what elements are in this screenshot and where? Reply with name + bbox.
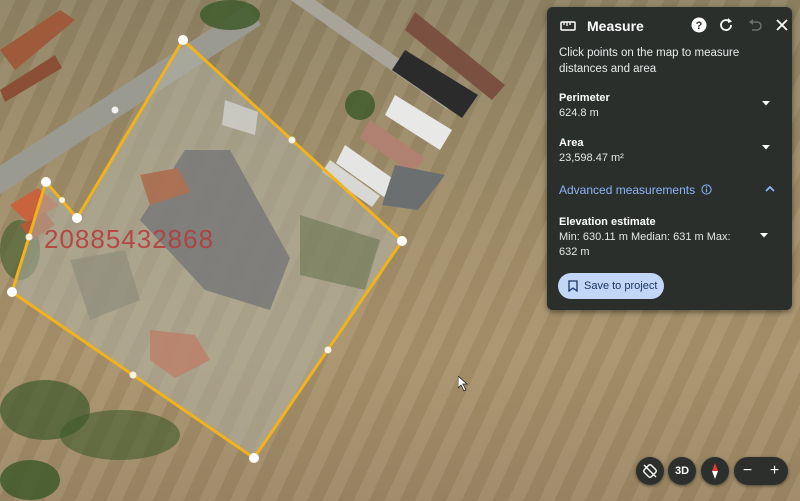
panel-header: Measure ? — [547, 7, 792, 45]
compass-button[interactable] — [701, 457, 729, 485]
perimeter-value: 624.8 m — [559, 107, 599, 119]
midpoint-handle — [111, 106, 119, 114]
chevron-down-icon[interactable] — [760, 141, 772, 153]
zoom-out-button[interactable]: − — [743, 462, 752, 480]
chevron-down-icon[interactable] — [758, 229, 770, 241]
midpoint-handle — [25, 233, 33, 241]
bookmark-icon — [568, 280, 578, 292]
chevron-up-icon[interactable] — [764, 183, 776, 195]
zoom-in-button[interactable]: + — [770, 462, 779, 480]
refresh-icon[interactable] — [717, 16, 735, 34]
elevation-label: Elevation estimate — [559, 216, 656, 228]
vertex-handle — [397, 236, 407, 246]
area-value: 23,598.47 m² — [559, 152, 624, 164]
svg-text:?: ? — [696, 20, 703, 32]
mouse-cursor — [458, 376, 469, 392]
vertex-handle — [41, 177, 51, 187]
midpoint-handle — [59, 197, 65, 203]
area-label: Area — [559, 137, 584, 149]
measure-panel: Measure ? Click points on the map to mea… — [547, 7, 792, 310]
view-3d-button[interactable]: 3D — [668, 457, 696, 485]
save-to-project-label: Save to project — [584, 280, 658, 292]
vertex-handle — [249, 453, 259, 463]
view-3d-label: 3D — [674, 465, 690, 477]
buildings-north — [322, 12, 505, 210]
compass-icon — [712, 463, 718, 479]
vertex-handle — [72, 213, 82, 223]
advanced-measurements-toggle[interactable]: Advanced measurements — [559, 183, 713, 197]
info-icon — [701, 184, 713, 195]
tilt-button[interactable] — [636, 457, 664, 485]
instructions-text: Click points on the map to measure dista… — [559, 47, 740, 75]
midpoint-handle — [129, 371, 137, 379]
midpoint-handle — [324, 346, 332, 354]
tilt-icon — [643, 464, 657, 478]
panel-title: Measure — [587, 18, 644, 34]
help-icon[interactable]: ? — [690, 16, 708, 34]
undo-icon[interactable] — [746, 16, 764, 34]
chevron-down-icon[interactable] — [760, 97, 772, 109]
elevation-value: Min: 630.11 m Median: 631 m Max: 632 m — [559, 231, 731, 258]
save-to-project-button[interactable]: Save to project — [558, 273, 664, 299]
vertex-handle — [178, 35, 188, 45]
advanced-measurements-label: Advanced measurements — [559, 183, 696, 197]
watermark-text: 20885432868 — [44, 224, 215, 254]
ruler-icon — [560, 21, 576, 31]
vertex-handle — [7, 287, 17, 297]
close-icon[interactable] — [773, 16, 791, 34]
perimeter-label: Perimeter — [559, 92, 610, 104]
midpoint-handle — [288, 136, 296, 144]
zoom-control: − + — [734, 457, 788, 485]
